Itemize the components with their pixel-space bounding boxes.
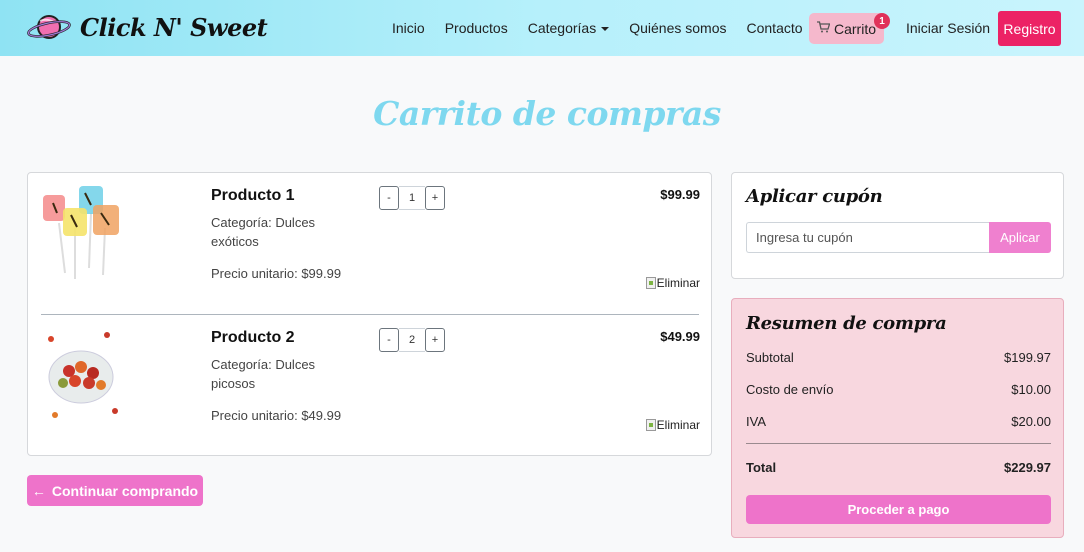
remove-label: Eliminar xyxy=(656,418,700,432)
summary-value: $20.00 xyxy=(1011,414,1051,429)
brand[interactable]: Click N' Sweet xyxy=(26,10,268,44)
item-price: $49.99 xyxy=(660,329,700,344)
product-image xyxy=(41,183,123,285)
total-label: Total xyxy=(746,460,777,475)
broken-image-icon xyxy=(645,277,656,289)
item-unit-price: Precio unitario: $49.99 xyxy=(211,408,342,423)
coupon-heading: Aplicar cupón xyxy=(746,186,883,207)
apply-coupon-button[interactable]: Aplicar xyxy=(989,222,1051,253)
quantity-input[interactable]: 2 xyxy=(399,328,425,352)
cart-items-card: Producto 1 Categoría: Dulces exóticos Pr… xyxy=(27,172,712,456)
quantity-stepper: - 2 + xyxy=(379,328,445,352)
summary-label: Costo de envío xyxy=(746,382,834,397)
login-link[interactable]: Iniciar Sesión xyxy=(906,20,990,36)
divider xyxy=(746,443,1051,444)
cart-count-badge: 1 xyxy=(874,13,890,29)
item-name: Producto 1 xyxy=(211,187,295,204)
remove-item-button[interactable]: Eliminar xyxy=(645,418,700,432)
summary-row-total: Total $229.97 xyxy=(746,460,1051,475)
summary-heading: Resumen de compra xyxy=(746,313,947,334)
remove-item-button[interactable]: Eliminar xyxy=(645,276,700,290)
cart-item: Producto 1 Categoría: Dulces exóticos Pr… xyxy=(41,183,700,315)
item-name: Producto 2 xyxy=(211,329,295,346)
planet-logo-icon xyxy=(27,15,71,39)
page-title: Carrito de compras xyxy=(373,94,721,133)
continue-shopping-button[interactable]: ← Continuar comprando xyxy=(27,475,203,506)
item-category: Categoría: Dulces exóticos xyxy=(211,215,316,249)
nav-link-productos[interactable]: Productos xyxy=(445,20,508,36)
arrow-left-icon: ← xyxy=(31,482,46,499)
proceed-to-payment-button[interactable]: Proceder a pago xyxy=(746,495,1051,524)
product-image xyxy=(41,325,123,427)
nav-link-quienes-somos[interactable]: Quiénes somos xyxy=(629,20,726,36)
summary-value: $10.00 xyxy=(1011,382,1051,397)
item-category: Categoría: Dulces picosos xyxy=(211,357,316,391)
order-summary-card: Resumen de compra Subtotal $199.97 Costo… xyxy=(731,298,1064,538)
item-unit-price: Precio unitario: $99.99 xyxy=(211,266,342,281)
nav-links: Inicio Productos Categorías Quiénes somo… xyxy=(392,0,823,56)
cart-item: Producto 2 Categoría: Dulces picosos Pre… xyxy=(41,325,700,457)
nav-link-categorias-label: Categorías xyxy=(527,20,597,36)
summary-row-tax: IVA $20.00 xyxy=(746,414,1051,429)
caret-down-icon xyxy=(601,27,610,32)
brand-name: Click N' Sweet xyxy=(80,12,268,42)
coupon-input[interactable]: Ingresa tu cupón xyxy=(746,222,989,253)
cart-label: Carrito xyxy=(833,20,876,37)
summary-label: IVA xyxy=(746,414,766,429)
quantity-stepper: - 1 + xyxy=(379,186,445,210)
nav-link-categorias[interactable]: Categorías xyxy=(527,20,610,36)
broken-image-icon xyxy=(645,419,656,431)
shopping-cart-icon xyxy=(816,21,831,36)
summary-value: $199.97 xyxy=(1004,350,1051,365)
nav-link-contacto[interactable]: Contacto xyxy=(747,20,803,36)
continue-shopping-label: Continuar comprando xyxy=(51,482,199,499)
cart-button[interactable]: Carrito xyxy=(809,13,884,44)
increase-quantity-button[interactable]: + xyxy=(425,328,445,352)
remove-label: Eliminar xyxy=(656,276,700,290)
summary-row-shipping: Costo de envío $10.00 xyxy=(746,382,1051,397)
navbar: Click N' Sweet Inicio Productos Categorí… xyxy=(0,0,1084,56)
nav-link-inicio[interactable]: Inicio xyxy=(392,20,425,36)
total-value: $229.97 xyxy=(1004,460,1051,475)
quantity-input[interactable]: 1 xyxy=(399,186,425,210)
increase-quantity-button[interactable]: + xyxy=(425,186,445,210)
summary-row-subtotal: Subtotal $199.97 xyxy=(746,350,1051,365)
decrease-quantity-button[interactable]: - xyxy=(379,328,399,352)
summary-label: Subtotal xyxy=(746,350,794,365)
decrease-quantity-button[interactable]: - xyxy=(379,186,399,210)
item-price: $99.99 xyxy=(660,187,700,202)
register-button[interactable]: Registro xyxy=(998,11,1061,46)
divider xyxy=(41,314,699,315)
coupon-card: Aplicar cupón Ingresa tu cupón Aplicar xyxy=(731,172,1064,279)
